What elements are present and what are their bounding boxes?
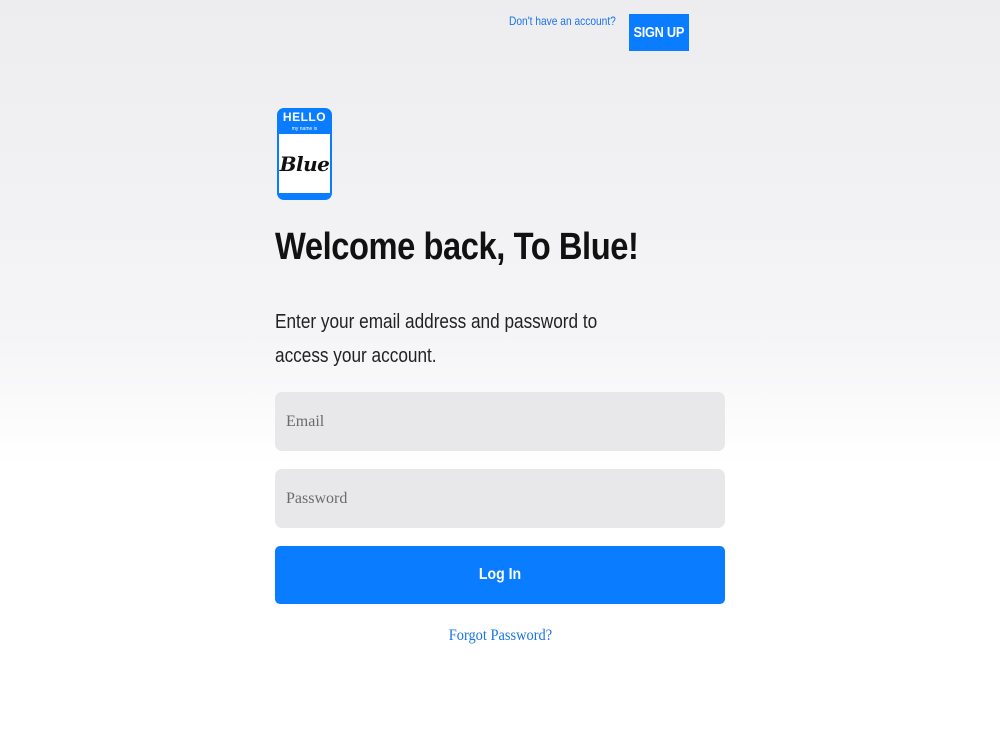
logo-name-text: Blue [279,151,330,176]
page-title: Welcome back, To Blue! [275,226,639,268]
app-logo: HELLO my name is Blue [277,108,332,200]
logo-hello-text: HELLO [282,110,327,124]
logo-my-name-is-text: my name is [291,126,318,132]
logo-name-area: Blue [279,134,330,193]
signup-prompt-link[interactable]: Don't have an account? [509,14,616,28]
forgot-password-container: Forgot Password? [0,627,1000,645]
signup-button[interactable]: SIGN UP [629,14,689,51]
page-subtitle: Enter your email address and password to… [275,311,598,367]
email-field[interactable] [275,392,725,451]
forgot-password-link[interactable]: Forgot Password? [448,627,551,645]
signup-button-label: SIGN UP [633,24,685,41]
login-button-label: Log In [478,566,522,583]
password-field[interactable] [275,469,725,528]
login-button[interactable]: Log In [275,546,725,604]
top-bar: Don't have an account? SIGN UP [509,14,689,51]
